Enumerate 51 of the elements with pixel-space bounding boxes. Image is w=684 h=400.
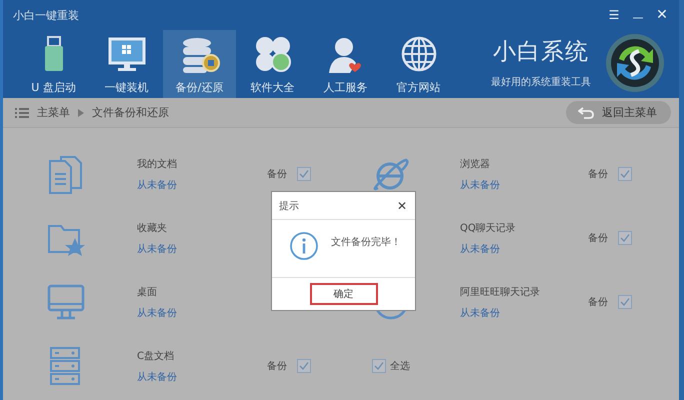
brand-slogan: 最好用的系统重装工具	[491, 76, 591, 89]
nav-tab[interactable]: U 盘启动	[17, 30, 90, 98]
item-name: 浏览器	[460, 158, 491, 170]
breadcrumb-item[interactable]: 主菜单	[37, 105, 70, 120]
backup-label: 备份	[588, 232, 608, 245]
item-name: 我的文档	[137, 158, 178, 170]
checkbox[interactable]	[618, 167, 632, 181]
item-name: C盘文档	[137, 350, 175, 362]
item-name: 阿里旺旺聊天记录	[460, 286, 541, 298]
dialog-title: 提示	[279, 200, 299, 212]
status-link[interactable]: 从未备份	[137, 306, 267, 320]
backup-label: 备份	[588, 168, 608, 181]
nav-tab[interactable]: 官方网站	[382, 30, 455, 98]
breadcrumb-item[interactable]: 文件备份和还原	[92, 105, 169, 120]
item-name: QQ聊天记录	[460, 222, 517, 234]
status-link[interactable]: 从未备份	[137, 242, 267, 256]
select-all-label[interactable]: 全选	[390, 359, 410, 373]
menu-button[interactable]: ☰	[603, 4, 625, 26]
back-to-menu-button[interactable]: 返回主菜单	[566, 101, 671, 124]
status-link[interactable]: 从未备份	[460, 242, 590, 256]
brand-name: 小白系统	[493, 38, 589, 67]
window-title: 小白一键重装	[13, 8, 79, 22]
backup-label: 备份	[588, 296, 608, 309]
status-link[interactable]: 从未备份	[137, 178, 267, 192]
status-link[interactable]: 从未备份	[460, 178, 590, 192]
checkbox[interactable]	[297, 359, 311, 373]
checkbox[interactable]	[372, 359, 386, 373]
close-button[interactable]: ✕	[651, 4, 673, 26]
undo-arrow-icon	[578, 106, 594, 118]
nav-tab[interactable]: 人工服务	[309, 30, 382, 98]
item-name: 桌面	[137, 286, 158, 298]
backup-label: 备份	[267, 360, 287, 373]
nav-tab[interactable]: 备份/还原	[163, 30, 236, 98]
status-link[interactable]: 从未备份	[460, 306, 590, 320]
checkbox[interactable]	[297, 167, 311, 181]
backup-label: 备份	[267, 168, 287, 181]
info-icon	[289, 231, 319, 261]
checkbox[interactable]	[618, 295, 632, 309]
item-name: 收藏夹	[137, 222, 168, 234]
checkbox[interactable]	[618, 231, 632, 245]
ok-button[interactable]: 确定	[310, 283, 378, 305]
close-button[interactable]: ✕	[392, 198, 411, 212]
nav-tab[interactable]: 一键装机	[90, 30, 163, 98]
logo-icon	[605, 33, 665, 93]
monitor-icon	[47, 282, 87, 322]
dialog-message: 文件备份完毕！	[331, 236, 401, 249]
status-link[interactable]: 从未备份	[137, 370, 267, 384]
list-icon	[15, 108, 29, 118]
nav-tab[interactable]: 软件大全	[236, 30, 309, 98]
chevron-icon	[78, 108, 84, 116]
minimize-button[interactable]: —	[627, 4, 649, 26]
